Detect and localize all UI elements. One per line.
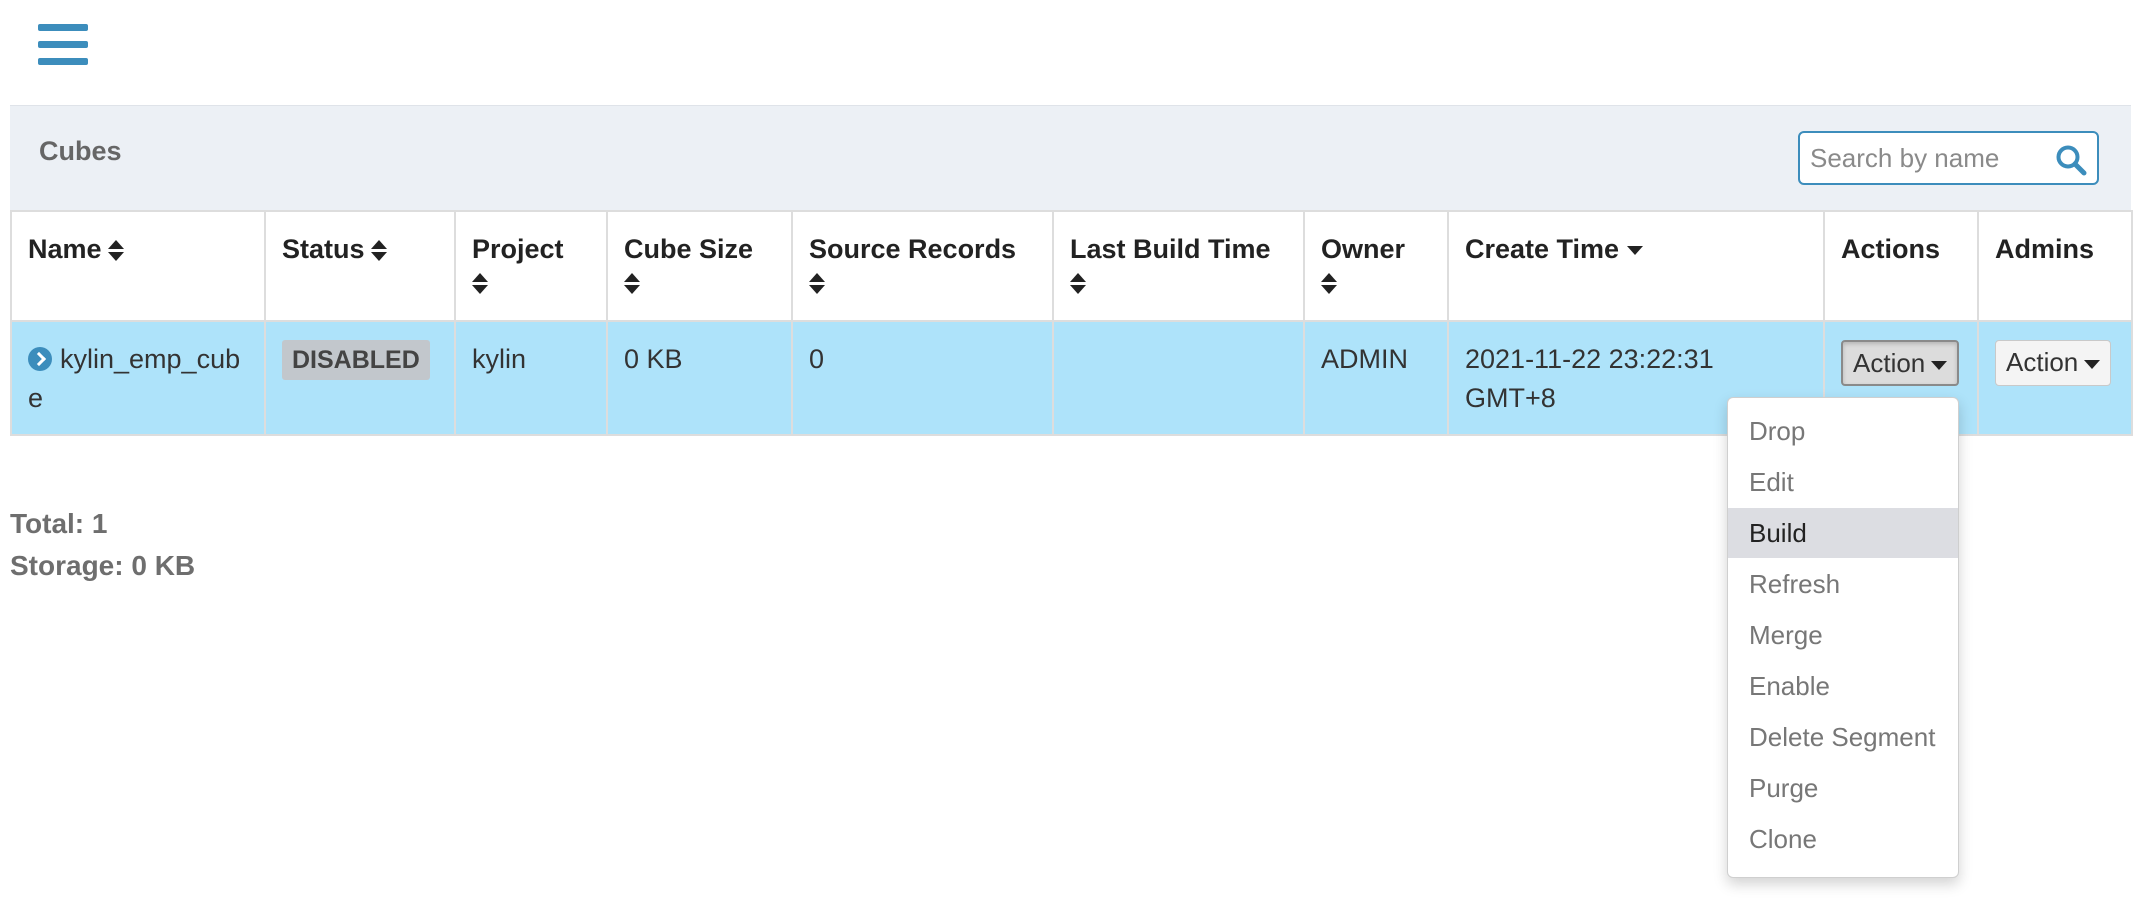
column-header-label: Source Records	[809, 234, 1017, 264]
column-header-label: Name	[28, 234, 102, 264]
menu-item-edit[interactable]: Edit	[1728, 457, 1958, 507]
column-header-label: Admins	[1995, 234, 2095, 264]
admin-action-dropdown-button[interactable]: Action	[1995, 340, 2112, 386]
column-header-label: Status	[282, 234, 365, 264]
column-header-label: Last Build Time	[1070, 234, 1271, 264]
total-count: Total: 1	[10, 508, 108, 539]
cell-project: kylin	[454, 320, 608, 436]
cubes-panel: Cubes Name Status Project	[10, 105, 2133, 439]
column-header-status[interactable]: Status	[264, 210, 456, 322]
column-header-create-time[interactable]: Create Time	[1447, 210, 1825, 322]
cube-name[interactable]: kylin_emp_cube	[28, 344, 240, 413]
menu-item-refresh[interactable]: Refresh	[1728, 559, 1958, 609]
storage-size: Storage: 0 KB	[10, 550, 196, 581]
column-header-owner[interactable]: Owner	[1303, 210, 1449, 322]
column-header-cube-size[interactable]: Cube Size	[606, 210, 793, 322]
action-dropdown-button[interactable]: Action	[1841, 340, 1960, 386]
search-input[interactable]	[1810, 139, 2040, 177]
column-header-project[interactable]: Project	[454, 210, 608, 322]
menu-item-enable[interactable]: Enable	[1728, 661, 1958, 711]
table-header-row: Name Status Project Cube Size Source Rec…	[10, 210, 2133, 322]
sort-icon	[1321, 273, 1337, 295]
column-header-label: Owner	[1321, 234, 1406, 264]
column-header-source-records[interactable]: Source Records	[791, 210, 1054, 322]
column-header-label: Actions	[1841, 234, 1941, 264]
hamburger-menu-icon[interactable]	[38, 24, 88, 66]
caret-down-icon	[1627, 246, 1644, 256]
column-header-name[interactable]: Name	[10, 210, 266, 322]
sort-icon	[809, 273, 825, 295]
menu-item-drop[interactable]: Drop	[1728, 406, 1958, 456]
cell-status: DISABLED	[264, 320, 456, 436]
action-button-label: Action	[2006, 347, 2079, 377]
action-button-label: Action	[1853, 348, 1926, 378]
status-badge: DISABLED	[282, 340, 430, 380]
column-header-label: Create Time	[1465, 234, 1620, 264]
menu-item-delete-segment[interactable]: Delete Segment	[1728, 712, 1958, 762]
caret-down-icon	[2084, 359, 2101, 369]
search-box	[1798, 131, 2099, 185]
panel-header: Cubes	[10, 105, 2131, 211]
menu-item-purge[interactable]: Purge	[1728, 763, 1958, 813]
column-header-label: Cube Size	[624, 234, 754, 264]
action-dropdown-menu: Drop Edit Build Refresh Merge Enable Del…	[1727, 397, 1959, 878]
summary: Total: 1 Storage: 0 KB	[10, 503, 195, 587]
cell-last-build-time	[1052, 320, 1305, 436]
column-header-last-build-time[interactable]: Last Build Time	[1052, 210, 1305, 322]
cell-admins: Action	[1977, 320, 2133, 436]
sort-icon	[370, 239, 387, 262]
menu-item-clone[interactable]: Clone	[1728, 814, 1958, 864]
search-icon[interactable]	[2055, 144, 2087, 176]
menu-item-build[interactable]: Build	[1728, 508, 1958, 558]
sort-icon	[107, 239, 124, 262]
column-header-label: Project	[472, 234, 564, 264]
chevron-right-circle-icon[interactable]	[28, 347, 52, 371]
cell-source-records: 0	[791, 320, 1054, 436]
column-header-admins: Admins	[1977, 210, 2133, 322]
cell-name: kylin_emp_cube	[10, 320, 266, 436]
menu-item-merge[interactable]: Merge	[1728, 610, 1958, 660]
cell-cube-size: 0 KB	[606, 320, 793, 436]
sort-icon	[1070, 273, 1086, 295]
cell-owner: ADMIN	[1303, 320, 1449, 436]
sort-icon	[472, 273, 488, 295]
column-header-actions: Actions	[1823, 210, 1979, 322]
caret-down-icon	[1931, 360, 1948, 370]
sort-icon	[624, 273, 640, 295]
panel-title: Cubes	[39, 136, 122, 166]
